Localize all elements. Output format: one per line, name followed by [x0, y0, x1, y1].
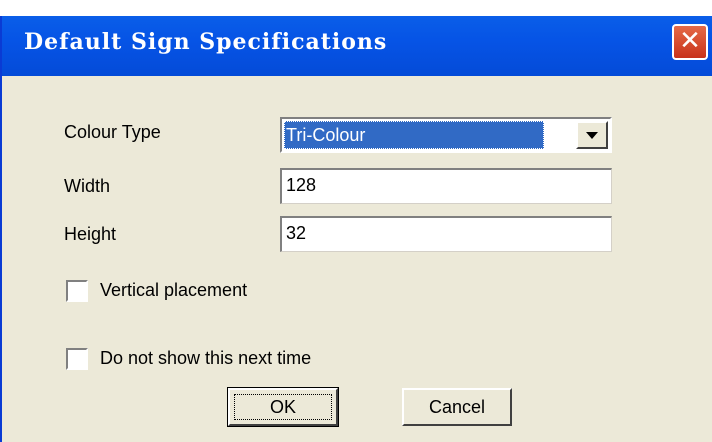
- dialog-window: Default Sign Specifications ✕ Colour Typ…: [0, 16, 712, 442]
- cancel-button[interactable]: Cancel: [402, 388, 512, 426]
- cancel-button-label: Cancel: [428, 397, 486, 417]
- do-not-show-label[interactable]: Do not show this next time: [100, 348, 311, 369]
- vertical-placement-label[interactable]: Vertical placement: [100, 280, 247, 301]
- width-label: Width: [64, 176, 111, 196]
- title-bar[interactable]: Default Sign Specifications ✕: [2, 16, 712, 76]
- close-button[interactable]: ✕: [672, 24, 708, 60]
- colour-type-selected-value[interactable]: Tri-Colour: [284, 121, 544, 149]
- vertical-placement-checkbox[interactable]: [66, 280, 88, 302]
- width-field[interactable]: 128: [280, 168, 612, 204]
- height-label: Height: [64, 224, 117, 244]
- focus-rectangle: [234, 394, 332, 420]
- window-title: Default Sign Specifications: [24, 29, 388, 55]
- colour-type-dropdown[interactable]: Tri-Colour: [280, 117, 612, 153]
- chevron-down-icon[interactable]: [576, 121, 608, 149]
- do-not-show-checkbox[interactable]: [66, 348, 88, 370]
- ok-button[interactable]: OK: [227, 387, 339, 427]
- close-icon: ✕: [679, 26, 701, 56]
- height-field[interactable]: 32: [280, 216, 612, 252]
- colour-type-label: Colour Type: [64, 122, 161, 142]
